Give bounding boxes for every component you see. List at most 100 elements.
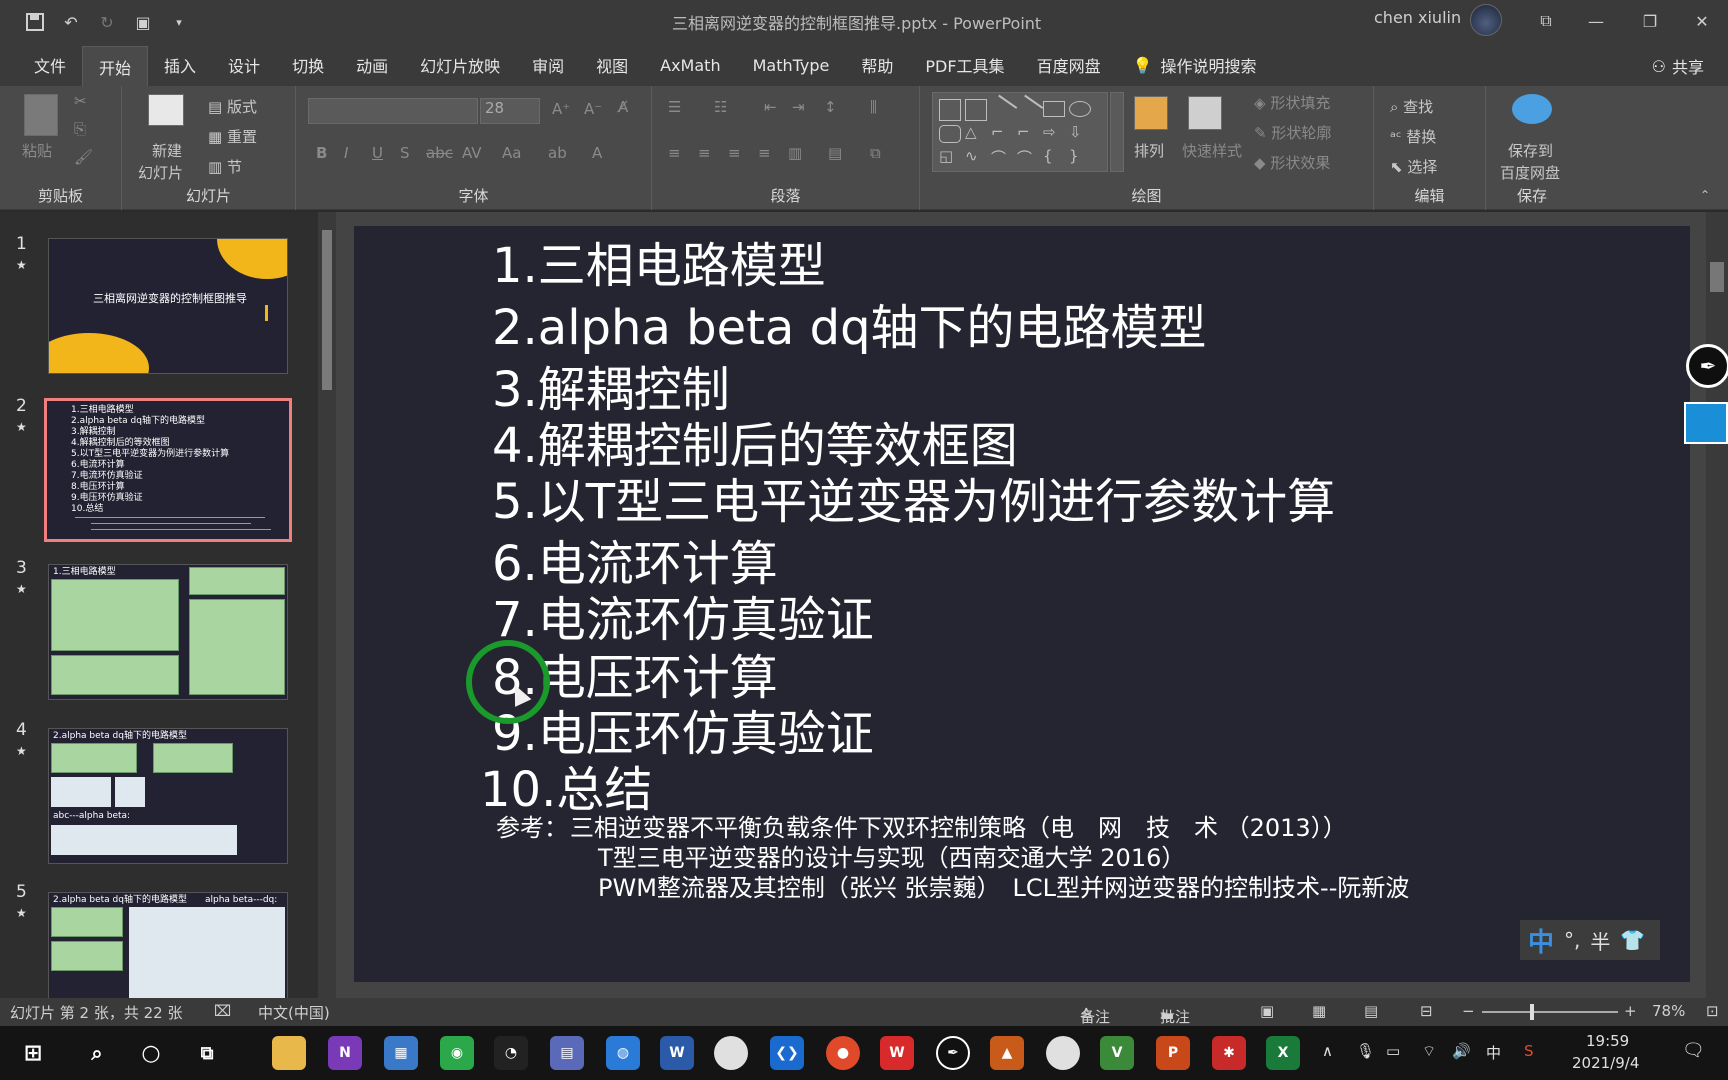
save-to-label[interactable]: 保存到: [1508, 140, 1553, 161]
ime-toolbar[interactable]: 中 °, 半 👕: [1520, 920, 1660, 960]
bold-icon[interactable]: B: [316, 144, 327, 162]
zoom-level[interactable]: 78%: [1652, 1002, 1685, 1020]
arrange-button[interactable]: 排列: [1134, 140, 1164, 161]
scrollbar-thumb[interactable]: [1710, 262, 1724, 292]
excel-icon[interactable]: X: [1266, 1036, 1300, 1070]
copy-icon[interactable]: ⎘: [74, 120, 86, 138]
save-icon[interactable]: [24, 11, 46, 33]
powerpoint-icon[interactable]: P: [1156, 1036, 1190, 1070]
battery-icon[interactable]: ▭: [1386, 1042, 1400, 1060]
arrange-icon[interactable]: [1134, 96, 1168, 130]
normal-view-icon[interactable]: ▣: [1260, 1002, 1274, 1020]
vertical-textbox-shape-icon[interactable]: [965, 99, 987, 121]
undo-icon[interactable]: ↶: [60, 11, 82, 33]
line-shape-icon[interactable]: [986, 94, 1018, 126]
tab-view[interactable]: 视图: [580, 44, 644, 86]
app-icon[interactable]: V: [1100, 1036, 1134, 1070]
grow-font-icon[interactable]: A⁺: [552, 100, 570, 118]
wechat-icon[interactable]: ◉: [440, 1036, 474, 1070]
matlab-icon[interactable]: ▲: [990, 1036, 1024, 1070]
tell-me-search[interactable]: 💡 操作说明搜索: [1117, 44, 1273, 86]
shapes-gallery[interactable]: △ ⌐ ⌐ ⇨ ⇩ ◱ ∿ ⌒ ⌒ { }: [932, 92, 1108, 172]
change-case-icon[interactable]: Aa: [502, 144, 521, 162]
right-arrow-shape-icon[interactable]: ⇨: [1043, 123, 1056, 141]
oval-shape-icon[interactable]: [1069, 101, 1091, 117]
chrome-icon[interactable]: [714, 1036, 748, 1070]
left-brace-icon[interactable]: {: [1043, 147, 1053, 165]
decrease-indent-icon[interactable]: ⇤: [764, 98, 777, 116]
redo-icon[interactable]: ↻: [96, 11, 118, 33]
volume-icon[interactable]: 🔊: [1452, 1042, 1471, 1060]
wifi-icon[interactable]: ⌔: [1422, 1042, 1436, 1061]
tab-baidu[interactable]: 百度网盘: [1021, 44, 1117, 86]
tab-help[interactable]: 帮助: [845, 44, 909, 86]
section-button[interactable]: ▥ 节: [208, 156, 242, 177]
reading-view-icon[interactable]: ▤: [1364, 1002, 1378, 1020]
right-brace-icon[interactable]: }: [1069, 147, 1079, 165]
elbow-connector-icon[interactable]: ⌐: [991, 123, 1004, 141]
layout-button[interactable]: ▤ 版式: [208, 96, 257, 117]
clock-date[interactable]: 2021/9/4: [1572, 1054, 1639, 1072]
fit-slide-icon[interactable]: ⊡: [1706, 1002, 1719, 1020]
tab-pdf[interactable]: PDF工具集: [909, 44, 1020, 86]
shape-outline-button[interactable]: ✎ 形状轮廓: [1254, 122, 1331, 143]
align-right-icon[interactable]: ≡: [728, 144, 741, 162]
present-icon[interactable]: ▣: [132, 11, 154, 33]
slide-thumbnail-3[interactable]: 1.三相电路模型: [48, 564, 288, 700]
rectangle-shape-icon[interactable]: [1043, 101, 1065, 117]
microphone-icon[interactable]: 🎙: [1356, 1042, 1375, 1060]
clear-format-icon[interactable]: A̸: [618, 98, 628, 116]
shapes-more-icon[interactable]: [1110, 92, 1124, 172]
slide-item-5[interactable]: 5.以T型三电平逆变器为例进行参数计算: [492, 462, 1335, 532]
tab-slideshow[interactable]: 幻灯片放映: [404, 44, 516, 86]
slideshow-icon[interactable]: ⊟: [1420, 1002, 1433, 1020]
app-icon[interactable]: ◍: [606, 1036, 640, 1070]
char-spacing-icon[interactable]: AV: [462, 144, 482, 162]
strikethrough-icon[interactable]: abc: [426, 144, 453, 162]
spellcheck-icon[interactable]: ⌧: [214, 1002, 231, 1020]
windows-start-icon[interactable]: ⊞: [16, 1036, 50, 1070]
cut-icon[interactable]: ✂: [74, 92, 87, 110]
align-center-icon[interactable]: ≡: [698, 144, 711, 162]
word-icon[interactable]: W: [660, 1036, 694, 1070]
user-name[interactable]: chen xiulin: [1374, 8, 1461, 27]
current-slide[interactable]: 1.三相电路模型 2.alpha beta dq轴下的电路模型 3.解耦控制 4…: [354, 226, 1690, 982]
wps-icon[interactable]: W: [880, 1036, 914, 1070]
onenote-icon[interactable]: N: [328, 1036, 362, 1070]
slide-thumbnail-4[interactable]: 2.alpha beta dq轴下的电路模型 abc---alpha beta:: [48, 728, 288, 864]
align-left-icon[interactable]: ≡: [668, 144, 681, 162]
new-slide-icon[interactable]: [148, 94, 184, 126]
find-button[interactable]: ⌕ 查找: [1390, 96, 1433, 117]
freeform-shape-icon[interactable]: ∿: [965, 147, 978, 165]
app-icon[interactable]: ●: [826, 1036, 860, 1070]
bullets-icon[interactable]: ☰: [668, 98, 681, 116]
ime-width[interactable]: 半: [1590, 926, 1610, 955]
app-icon[interactable]: ▤: [550, 1036, 584, 1070]
tab-transitions[interactable]: 切换: [276, 44, 340, 86]
slide-thumbnail-2[interactable]: 1.三相电路模型 2.alpha beta dq轴下的电路模型 3.解耦控制 4…: [44, 398, 292, 542]
zoom-slider[interactable]: [1482, 1011, 1618, 1013]
callout-shape-icon[interactable]: ◱: [939, 147, 953, 165]
slide-item-2[interactable]: 2.alpha beta dq轴下的电路模型: [492, 288, 1207, 358]
shrink-font-icon[interactable]: A⁻: [584, 100, 602, 118]
ime-mode[interactable]: 中: [1528, 922, 1554, 959]
replace-button[interactable]: ᵃᶜ 替换: [1390, 126, 1436, 147]
tab-mathtype[interactable]: MathType: [737, 44, 846, 86]
text-direction-icon[interactable]: ⫼: [870, 98, 877, 116]
scrollbar-thumb[interactable]: [322, 230, 332, 390]
task-view-icon[interactable]: ⧉: [190, 1036, 224, 1070]
tab-animations[interactable]: 动画: [340, 44, 404, 86]
pen-app-icon[interactable]: ✒: [936, 1036, 970, 1070]
qq-icon[interactable]: ◔: [494, 1036, 528, 1070]
quick-styles-button[interactable]: 快速样式: [1182, 140, 1242, 161]
justify-icon[interactable]: ≡: [758, 144, 771, 162]
language-indicator[interactable]: 中文(中国): [258, 1002, 330, 1023]
baidu-cloud-icon[interactable]: [1512, 94, 1552, 124]
minimize-button[interactable]: —: [1576, 6, 1616, 36]
arc-shape-icon[interactable]: ⌒: [991, 147, 1006, 168]
new-slide-label[interactable]: 新建: [152, 140, 182, 161]
slide-item-1[interactable]: 1.三相电路模型: [492, 226, 826, 296]
ribbon-display-icon[interactable]: ⧉: [1526, 6, 1566, 36]
share-button[interactable]: ⚇ 共享: [1652, 54, 1704, 78]
elbow-arrow-icon[interactable]: ⌐: [1017, 123, 1030, 141]
